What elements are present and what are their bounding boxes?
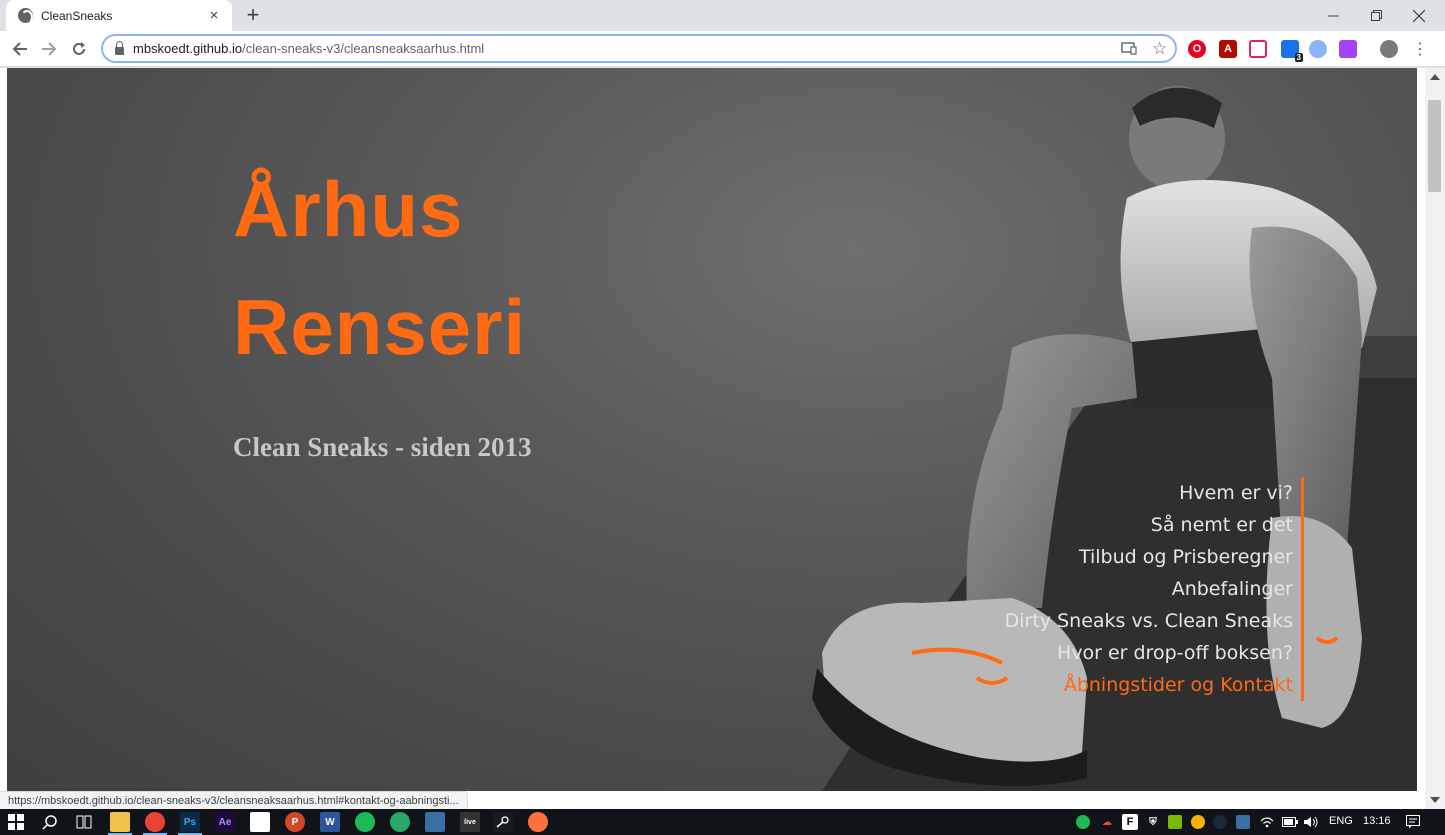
reload-icon — [73, 42, 85, 55]
menu-button[interactable]: ⋮ — [1408, 37, 1432, 61]
back-button[interactable] — [8, 37, 32, 61]
windows-start-icon[interactable] — [6, 812, 26, 832]
tab-title: CleanSneaks — [41, 8, 113, 23]
restore-button[interactable] — [1354, 0, 1398, 31]
input-language[interactable]: ENG — [1329, 815, 1353, 827]
nav-link-hvem-er-vi[interactable]: Hvem er vi? — [884, 477, 1293, 509]
title-bar: CleanSneaks × + — [0, 0, 1445, 31]
notifications-icon[interactable] — [1404, 813, 1422, 831]
nav-link-tilbud-og-prisberegner[interactable]: Tilbud og Prisberegner — [884, 541, 1293, 573]
battery-icon[interactable] — [1281, 814, 1299, 830]
scroll-thumb[interactable] — [1428, 100, 1441, 192]
extension-badge: 3 — [1294, 53, 1303, 62]
globe-icon — [18, 8, 33, 23]
after-effects-icon[interactable]: Ae — [215, 812, 235, 832]
green-app-icon[interactable] — [390, 812, 410, 832]
tray-f-icon[interactable]: F — [1122, 814, 1138, 830]
browser-tab[interactable]: CleanSneaks × — [6, 0, 232, 31]
nav-link-saa-nemt-er-det[interactable]: Så nemt er det — [884, 509, 1293, 541]
volume-icon[interactable] — [1303, 814, 1319, 830]
word-icon[interactable]: W — [320, 812, 340, 832]
minimize-icon — [1327, 15, 1339, 17]
powerpoint-icon[interactable]: P — [285, 812, 305, 832]
tray-cloud-icon[interactable]: ☁ — [1100, 815, 1114, 829]
compass-extension-icon[interactable] — [1309, 40, 1327, 58]
spotify-icon[interactable] — [355, 812, 375, 832]
cast-icon[interactable] — [1121, 41, 1137, 58]
restore-icon — [1370, 10, 1382, 21]
hero-subtitle: Clean Sneaks - siden 2013 — [233, 432, 532, 462]
firefox-icon[interactable] — [528, 812, 548, 832]
windows-taskbar: Ps Ae P W live ☁ F ⛨ ENG 13:16 — [0, 809, 1445, 835]
lock-icon — [115, 40, 124, 55]
page-scrollbar[interactable] — [1425, 68, 1445, 809]
link-status-bubble: https://mbskoedt.github.io/clean-sneaks-… — [0, 791, 468, 810]
tray-nvidia-icon[interactable] — [1168, 815, 1182, 829]
bookmark-star-icon[interactable]: ☆ — [1152, 39, 1167, 59]
url-path: /clean-sneaks-v3/cleansneaksaarhus.html — [242, 41, 485, 56]
close-window-button[interactable] — [1397, 0, 1441, 31]
minimize-button[interactable] — [1311, 0, 1355, 31]
grid-extension-icon[interactable] — [1249, 40, 1267, 58]
tray-spotify-icon[interactable] — [1076, 815, 1090, 829]
wifi-icon[interactable] — [1259, 814, 1275, 830]
search-icon[interactable] — [40, 812, 60, 832]
kebab-menu-icon: ⋮ — [1412, 41, 1428, 58]
url-text[interactable]: mbskoedt.github.io/clean-sneaks-v3/clean… — [133, 41, 484, 56]
hero-section: Århus Renseri Clean Sneaks - siden 2013 … — [7, 68, 1417, 791]
arrow-left-icon — [12, 42, 27, 56]
close-tab-button[interactable]: × — [206, 7, 222, 24]
photoshop-icon[interactable]: Ps — [180, 812, 200, 832]
chrome-icon[interactable] — [145, 812, 165, 832]
opera-extension-icon[interactable]: O — [1188, 40, 1206, 58]
close-icon — [1413, 9, 1425, 22]
hero-title-line1: Århus — [233, 165, 464, 253]
steam-icon[interactable] — [493, 812, 513, 832]
nav-link-drop-off-boks[interactable]: Hvor er drop-off boksen? — [884, 637, 1293, 669]
scroll-down-arrow-icon[interactable] — [1430, 797, 1440, 803]
browser-toolbar: mbskoedt.github.io/clean-sneaks-v3/clean… — [0, 31, 1445, 67]
tray-steam-icon[interactable] — [1213, 815, 1227, 829]
tray-ball-icon[interactable] — [1191, 815, 1205, 829]
nav-link-dirty-vs-clean[interactable]: Dirty Sneaks vs. Clean Sneaks — [884, 605, 1293, 637]
page-viewport: Århus Renseri Clean Sneaks - siden 2013 … — [0, 68, 1445, 810]
new-tab-button[interactable]: + — [243, 4, 263, 26]
tray-network-app-icon[interactable] — [1236, 815, 1250, 829]
printer-app-icon[interactable] — [425, 812, 445, 832]
profile-avatar[interactable] — [1380, 40, 1398, 58]
file-explorer-icon[interactable] — [110, 812, 130, 832]
scroll-up-arrow-icon[interactable] — [1430, 74, 1440, 80]
paint-extension-icon[interactable] — [1339, 40, 1357, 58]
section-nav: Hvem er vi? Så nemt er det Tilbud og Pri… — [884, 477, 1304, 701]
nav-link-anbefalinger[interactable]: Anbefalinger — [884, 573, 1293, 605]
task-view-icon[interactable] — [74, 812, 94, 832]
nav-link-aabningstider-og-kontakt[interactable]: Åbningstider og Kontakt — [884, 669, 1293, 701]
arrow-right-icon — [42, 42, 57, 56]
forward-button[interactable] — [37, 37, 61, 61]
url-host: mbskoedt.github.io — [133, 41, 243, 56]
reload-button[interactable] — [67, 37, 91, 61]
hero-title: Århus Renseri — [233, 150, 526, 386]
pdf-extension-icon[interactable]: A — [1219, 40, 1237, 58]
tray-shield-icon[interactable]: ⛨ — [1146, 815, 1160, 829]
notepad-icon[interactable] — [250, 812, 270, 832]
address-bar[interactable]: mbskoedt.github.io/clean-sneaks-v3/clean… — [101, 34, 1177, 63]
hero-title-line2: Renseri — [233, 283, 527, 371]
clock[interactable]: 13:16 — [1363, 815, 1391, 827]
lastpass-extension-icon[interactable]: 3 — [1281, 40, 1303, 62]
live-app-icon[interactable]: live — [460, 812, 480, 832]
